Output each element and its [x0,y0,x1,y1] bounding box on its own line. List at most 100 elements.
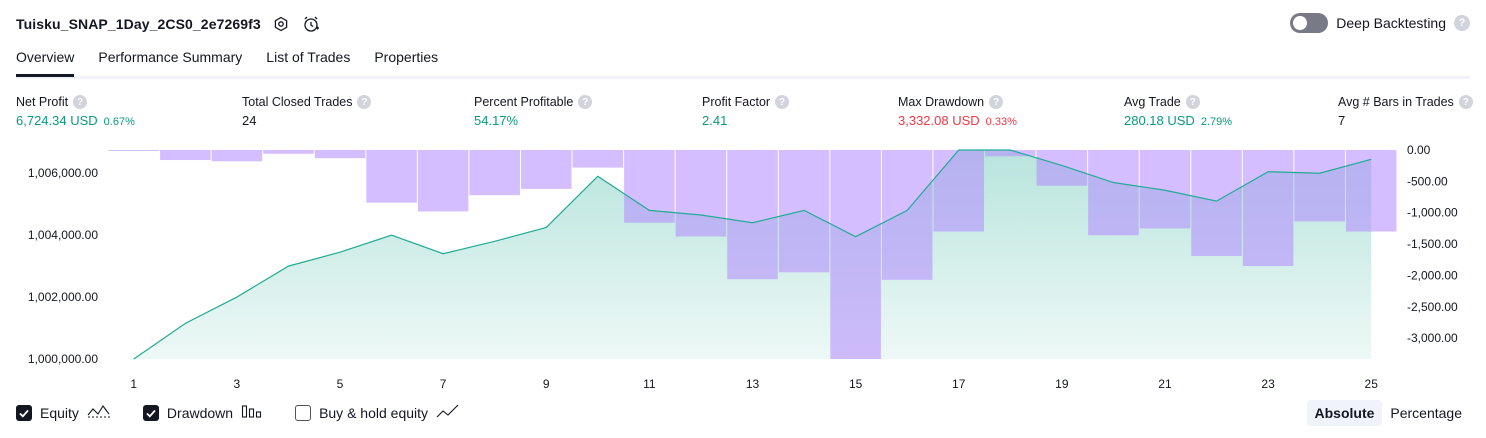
x-axis-label: 23 [1261,377,1275,391]
legend-drawdown[interactable]: Drawdown [142,403,263,422]
drawdown-bar [572,150,624,168]
add-alert-icon[interactable] [301,14,321,34]
info-icon[interactable]: ? [989,95,1004,109]
drawdown-bar [211,150,263,162]
x-axis-label: 11 [643,377,656,391]
x-axis-label: 5 [337,377,344,391]
drawdown-bar [1139,150,1191,229]
drawdown-checkbox[interactable] [142,404,159,421]
drawdown-bar [160,150,211,161]
drawdown-bar [263,150,314,154]
x-axis-label: 25 [1365,377,1379,391]
drawdown-bar [417,150,469,212]
metric-percent-profitable: Percent Profitable? 54.17% [474,94,593,128]
x-axis-label: 9 [543,377,550,391]
deep-backtesting-toggle[interactable] [1290,13,1329,33]
chart-legend: Equity Drawdown Buy & hold equity [16,403,492,422]
left-axis-label: 1,006,000.00 [28,166,98,180]
metric-value: 24 [242,113,257,128]
metric-percent: 2.79% [1200,116,1233,128]
absolute-button[interactable]: Absolute [1306,400,1383,426]
drawdown-bar [727,150,778,280]
drawdown-bar [1345,150,1397,232]
drawdown-bar [881,150,933,280]
settings-icon[interactable] [271,14,291,34]
percentage-button[interactable]: Percentage [1382,400,1470,426]
info-icon[interactable]: ? [775,95,790,109]
drawdown-bar [1036,150,1088,186]
drawdown-bar [520,150,572,189]
drawdown-bar [366,150,417,203]
right-axis-label: -1,500.00 [1407,237,1458,251]
help-icon[interactable]: ? [1454,15,1470,31]
x-axis-label: 17 [952,377,966,391]
info-icon[interactable]: ? [1458,95,1473,109]
drawdown-bar [1088,150,1139,236]
x-axis-label: 1 [130,377,137,391]
right-axis-label: -1,000.00 [1407,206,1458,220]
metric-max-drawdown: Max Drawdown? 3,332.08 USD 0.33% [898,94,1017,128]
buy-hold-checkbox[interactable] [295,404,312,421]
legend-buy-hold[interactable]: Buy & hold equity [295,403,460,422]
x-axis-label: 15 [849,377,863,391]
drawdown-bar [1242,150,1294,267]
left-axis-label: 1,004,000.00 [28,228,98,242]
deep-backtesting-label: Deep Backtesting [1336,15,1446,31]
equity-line-icon [87,403,111,422]
metric-value: 2.41 [702,113,728,128]
metric-percent: 0.67% [103,116,135,128]
tab-performance-summary[interactable]: Performance Summary [98,46,242,74]
equity-drawdown-chart[interactable]: 1,000,000.00 1,002,000.00 1,004,000.00 1,00… [0,140,1486,398]
right-axis-label: -2,500.00 [1407,300,1458,314]
metric-total-closed-trades: Total Closed Trades? 24 [242,94,372,128]
left-axis-label: 1,002,000.00 [28,290,98,304]
metric-label: Max Drawdown [898,95,985,109]
left-axis-label: 1,000,000.00 [28,352,98,366]
drawdown-bars-icon [241,403,263,422]
x-axis-label: 21 [1158,377,1172,391]
right-axis-label: 0.00 [1407,143,1431,157]
metric-label: Total Closed Trades [242,95,353,109]
metric-label: Net Profit [16,95,69,109]
drawdown-bar [1294,150,1345,222]
legend-buy-hold-label: Buy & hold equity [319,404,429,421]
equity-checkbox[interactable] [16,404,32,421]
info-icon[interactable]: ? [1185,95,1200,109]
x-axis-label: 3 [234,377,241,391]
metric-net-profit: Net Profit? 6,724.34 USD 0.67% [16,94,135,128]
metric-label: Avg Trade [1124,95,1181,109]
legend-drawdown-label: Drawdown [166,404,234,421]
x-axis-label: 19 [1055,377,1069,391]
legend-equity-label: Equity [40,404,79,421]
info-icon[interactable]: ? [73,95,88,109]
drawdown-bar [108,150,160,151]
drawdown-bar [778,150,830,273]
metric-avg-bars: Avg # Bars in Trades? 7 [1338,94,1473,128]
drawdown-bar [1191,150,1242,257]
metric-value: 280.18 USD [1124,113,1195,128]
legend-equity[interactable]: Equity [16,403,111,422]
metric-profit-factor: Profit Factor? 2.41 [702,94,790,128]
metric-label: Percent Profitable [474,95,574,109]
tab-properties[interactable]: Properties [374,46,438,74]
right-axis-label: -500.00 [1407,174,1448,188]
info-icon[interactable]: ? [357,95,372,109]
deep-backtesting: Deep Backtesting ? [1290,13,1470,33]
x-axis-label: 13 [746,377,760,391]
drawdown-bar [314,150,366,159]
metric-label: Avg # Bars in Trades [1338,95,1454,109]
drawdown-bar [933,150,985,232]
metric-value: 54.17% [474,113,519,128]
right-axis-label: -2,000.00 [1407,268,1458,282]
drawdown-bar [830,150,881,359]
metric-value: 7 [1338,113,1346,128]
tab-overview[interactable]: Overview [16,46,75,77]
metric-avg-trade: Avg Trade? 280.18 USD 2.79% [1124,94,1232,128]
metric-value: 6,724.34 USD [16,113,98,128]
metric-value: 3,332.08 USD [898,113,980,128]
buy-hold-line-icon [436,403,460,422]
right-axis-label: -3,000.00 [1407,331,1458,345]
drawdown-bar [469,150,520,196]
info-icon[interactable]: ? [578,95,593,109]
tab-list-of-trades[interactable]: List of Trades [266,46,350,74]
